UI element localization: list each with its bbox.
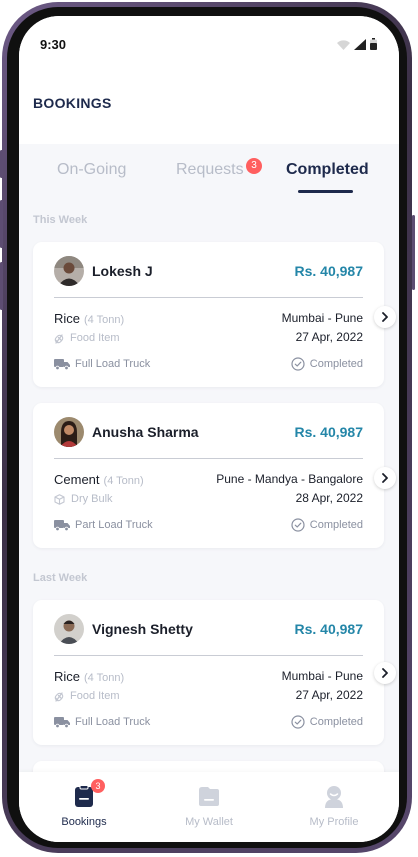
battery-icon [370, 38, 377, 50]
status-time: 9:30 [40, 37, 67, 52]
phone-side-button-left [0, 200, 3, 248]
goods-quantity: (4 Tonn) [103, 475, 144, 487]
bottom-navigation: 3 Bookings My Wallet My Profile [19, 772, 399, 842]
truck-icon [54, 358, 70, 370]
customer-name: Vignesh Shetty [92, 621, 193, 637]
chevron-right-icon [382, 668, 388, 678]
phone-side-button-left [0, 150, 3, 178]
customer-name: Anusha Sharma [92, 424, 199, 440]
route: Mumbai - Pune [281, 311, 363, 325]
goods-category: Food Item [54, 690, 120, 702]
chevron-right-icon [382, 473, 388, 483]
booking-date: 27 Apr, 2022 [295, 688, 363, 702]
booking-price: Rs. 40,987 [294, 263, 364, 279]
goods-type: Rice (4 Tonn) [54, 669, 124, 684]
route: Pune - Mandya - Bangalore [216, 472, 363, 486]
goods-type: Cement (4 Tonn) [54, 472, 144, 487]
check-circle-icon [291, 518, 305, 532]
tab-on-going[interactable]: On-Going [57, 161, 126, 179]
customer-name: Lokesh J [92, 263, 153, 279]
booking-date: 27 Apr, 2022 [295, 330, 363, 344]
phone-side-button-left [0, 262, 3, 310]
truck-type-label: Full Load Truck [75, 358, 151, 370]
avatar [54, 417, 84, 447]
goods-name: Rice [54, 669, 81, 684]
food-item-icon [54, 333, 64, 344]
phone-side-button-right [412, 215, 415, 290]
requests-count-badge: 3 [246, 158, 262, 174]
cube-icon [54, 493, 65, 505]
wallet-icon [199, 787, 219, 806]
truck-type: Full Load Truck [54, 716, 150, 728]
nav-bookings[interactable]: 3 Bookings [29, 772, 139, 842]
truck-icon [54, 716, 70, 728]
bookings-count-badge: 3 [91, 779, 105, 793]
food-item-icon [54, 691, 64, 702]
goods-category: Dry Bulk [54, 493, 113, 505]
divider [54, 458, 363, 459]
category-label: Dry Bulk [71, 493, 113, 505]
status-icons [337, 38, 377, 50]
goods-category: Food Item [54, 332, 120, 344]
check-circle-icon [291, 357, 305, 371]
open-booking-button[interactable] [374, 467, 396, 489]
booking-price: Rs. 40,987 [294, 621, 364, 637]
goods-quantity: (4 Tonn) [84, 672, 125, 684]
section-label-this-week: This Week [33, 214, 88, 226]
booking-status: Completed [291, 518, 363, 532]
check-circle-icon [291, 715, 305, 729]
divider [54, 655, 363, 656]
truck-icon [54, 519, 70, 531]
goods-name: Rice [54, 311, 81, 326]
category-label: Food Item [70, 690, 120, 702]
active-tab-indicator [298, 190, 353, 193]
goods-quantity: (4 Tonn) [84, 314, 125, 326]
goods-type: Rice (4 Tonn) [54, 311, 124, 326]
page-title: BOOKINGS [33, 95, 112, 111]
route: Mumbai - Pune [281, 669, 363, 683]
avatar [54, 256, 84, 286]
truck-type: Part Load Truck [54, 519, 153, 531]
tab-requests[interactable]: Requests [176, 161, 244, 179]
signal-icon [354, 39, 366, 50]
booking-date: 28 Apr, 2022 [295, 491, 363, 505]
status-label: Completed [309, 716, 363, 728]
header-area [19, 16, 399, 144]
open-booking-button[interactable] [374, 662, 396, 684]
wifi-icon [337, 40, 350, 50]
status-label: Completed [309, 519, 363, 531]
truck-type: Full Load Truck [54, 358, 150, 370]
truck-type-label: Full Load Truck [75, 716, 151, 728]
status-label: Completed [309, 358, 363, 370]
section-label-last-week: Last Week [33, 572, 88, 584]
app-screen: 9:30 BOOKINGS On-Going Requests Complete… [19, 16, 399, 842]
booking-status: Completed [291, 715, 363, 729]
chevron-right-icon [382, 312, 388, 322]
booking-card[interactable]: Lokesh J Rs. 40,987 Rice (4 Tonn) Mumbai … [33, 242, 384, 387]
profile-icon [325, 786, 343, 808]
nav-my-wallet[interactable]: My Wallet [154, 772, 264, 842]
nav-my-profile[interactable]: My Profile [279, 772, 389, 842]
booking-price: Rs. 40,987 [294, 424, 364, 440]
booking-card[interactable]: Vignesh Shetty Rs. 40,987 Rice (4 Tonn) M… [33, 600, 384, 745]
truck-type-label: Part Load Truck [75, 519, 153, 531]
goods-name: Cement [54, 472, 100, 487]
divider [54, 297, 363, 298]
booking-status: Completed [291, 357, 363, 371]
nav-label: My Wallet [185, 816, 233, 828]
booking-tabs: On-Going Requests Completed [19, 144, 399, 193]
avatar [54, 614, 84, 644]
booking-card[interactable]: Anusha Sharma Rs. 40,987 Cement (4 Tonn) … [33, 403, 384, 548]
tab-completed[interactable]: Completed [286, 161, 369, 179]
nav-label: My Profile [309, 816, 359, 828]
nav-label: Bookings [61, 816, 107, 828]
open-booking-button[interactable] [374, 306, 396, 328]
category-label: Food Item [70, 332, 120, 344]
